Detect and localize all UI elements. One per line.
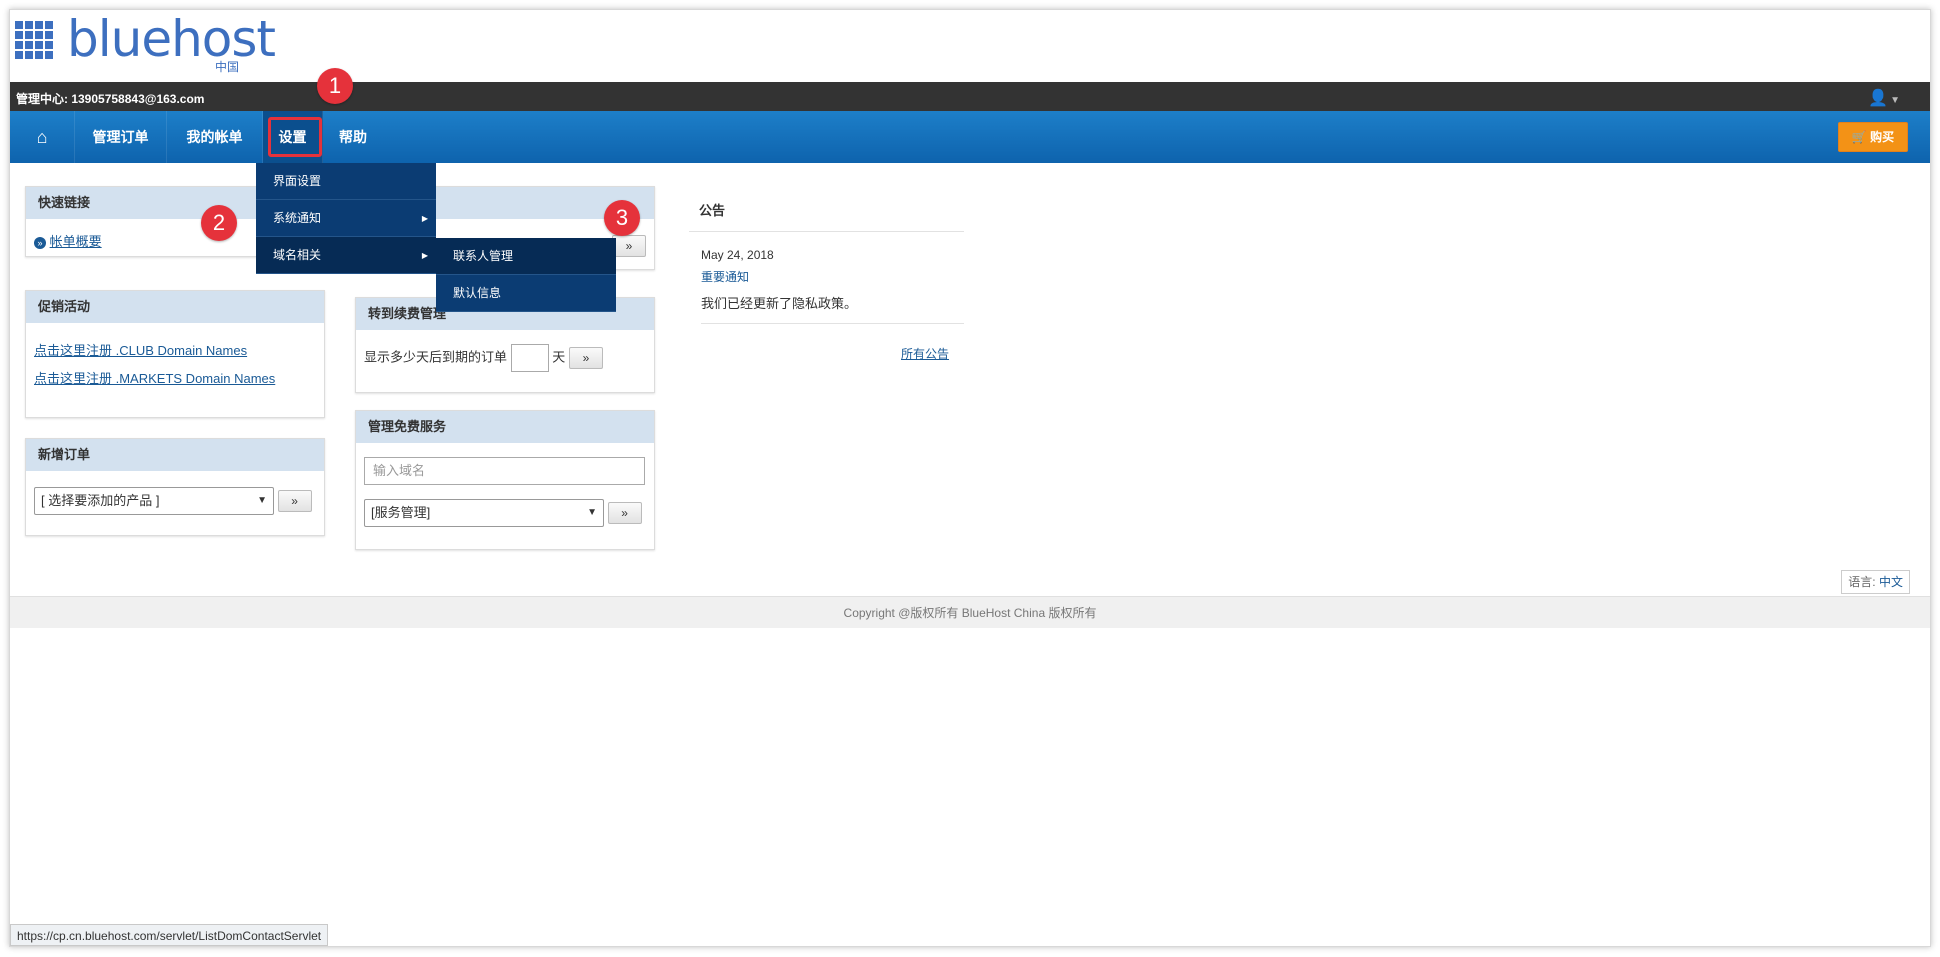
free-services-panel: 管理免费服务 输入域名 [服务管理] ▼ »	[355, 410, 655, 550]
product-select-value: [ 选择要添加的产品 ]	[41, 493, 160, 508]
arrow-circle-icon: »	[34, 236, 46, 249]
buy-button[interactable]: 🛒 购买	[1838, 122, 1908, 152]
logo-text: bluehost	[67, 10, 276, 68]
product-select[interactable]: [ 选择要添加的产品 ] ▼	[34, 487, 274, 515]
user-menu[interactable]: 👤 ▼	[1868, 88, 1900, 108]
caret-down-icon: ▼	[1890, 95, 1900, 106]
announcement-subject-link[interactable]: 重要通知	[689, 262, 964, 285]
cart-icon: 🛒	[1851, 130, 1867, 144]
promo-link-club[interactable]: 点击这里注册 .CLUB Domain Names	[34, 343, 247, 358]
service-select[interactable]: [服务管理] ▼	[364, 499, 604, 527]
announcements: 公告 May 24, 2018 重要通知 我们已经更新了隐私政策。 所有公告	[689, 190, 964, 361]
billing-summary-link[interactable]: 帐单概要	[50, 234, 102, 249]
menu-item-label: 系统通知	[273, 211, 322, 225]
nav-home[interactable]: ⌂	[10, 111, 75, 163]
status-bar-url: https://cp.cn.bluehost.com/servlet/ListD…	[10, 924, 329, 946]
admin-bar: 管理中心: 13905758843@163.com 👤 ▼	[10, 82, 1930, 111]
renewal-days-input[interactable]	[510, 344, 549, 372]
promotions-panel: 促销活动 点击这里注册 .CLUB Domain Names 点击这里注册 .M…	[25, 290, 325, 418]
menu-item-label: 域名相关	[273, 248, 322, 262]
new-order-panel: 新增订单 [ 选择要添加的产品 ] ▼ »	[25, 438, 325, 536]
menu-item-default-info[interactable]: 默认信息	[436, 275, 616, 312]
step-badge-1: 1	[317, 68, 353, 104]
language-value: 中文	[1878, 575, 1903, 589]
announcements-title: 公告	[689, 190, 964, 232]
domain-submenu: 联系人管理 默认信息	[436, 238, 616, 312]
announcement-date: May 24, 2018	[701, 248, 774, 262]
browser-viewport: bluehost 中国 管理中心: 13905758843@163.com 👤 ▼…	[9, 9, 1931, 947]
renewal-go-button[interactable]: »	[568, 347, 603, 369]
renewal-days-label: 显示多少天后到期的订单	[364, 349, 508, 365]
service-go-button[interactable]: »	[607, 502, 642, 524]
admin-account-label: 管理中心: 13905758843@163.com	[16, 92, 205, 106]
nav-help[interactable]: 帮助	[323, 111, 383, 163]
buy-label: 购买	[1870, 130, 1895, 144]
home-icon: ⌂	[36, 127, 48, 147]
logo-subtitle: 中国	[215, 60, 240, 74]
user-icon: 👤	[1868, 90, 1889, 107]
nav-manage-orders[interactable]: 管理订单	[75, 111, 167, 163]
submenu-arrow-icon: ▶	[421, 214, 428, 223]
menu-item-contact-management[interactable]: 联系人管理	[436, 238, 616, 275]
language-label: 语言:	[1848, 575, 1876, 589]
nav-settings[interactable]: 设置	[263, 111, 323, 163]
step-badge-3: 3	[604, 200, 640, 236]
nav-my-billing[interactable]: 我的帐单	[167, 111, 263, 163]
menu-item-interface-settings[interactable]: 界面设置	[256, 163, 436, 200]
settings-dropdown: 界面设置 系统通知 ▶ 域名相关 ▶	[256, 163, 436, 274]
domain-input[interactable]: 输入域名	[364, 457, 645, 485]
step-badge-2: 2	[201, 205, 237, 241]
renewal-unit: 天	[552, 349, 566, 365]
menu-item-system-notices[interactable]: 系统通知 ▶	[256, 200, 436, 237]
submenu-arrow-icon: ▶	[421, 251, 428, 260]
logo-grid-icon	[15, 21, 53, 59]
footer-copyright: Copyright @版权所有 BlueHost China 版权所有	[10, 596, 1930, 628]
promo-link-markets[interactable]: 点击这里注册 .MARKETS Domain Names	[34, 371, 275, 386]
menu-item-domain-related[interactable]: 域名相关 ▶	[256, 237, 436, 274]
chevron-down-icon: ▼	[587, 507, 597, 518]
divider	[701, 323, 964, 324]
panel-title: 新增订单	[26, 439, 324, 471]
language-selector[interactable]: 语言: 中文	[1841, 570, 1910, 594]
panel-title: 促销活动	[26, 291, 324, 323]
hidden-panel-go-button[interactable]: »	[612, 235, 646, 257]
all-announcements-link[interactable]: 所有公告	[901, 345, 949, 362]
add-product-go-button[interactable]: »	[277, 490, 312, 512]
announcement-text: 我们已经更新了隐私政策。	[701, 296, 858, 311]
service-select-value: [服务管理]	[371, 505, 431, 520]
main-nav: ⌂ 管理订单 我的帐单 设置 帮助 🛒 购买	[10, 111, 1930, 163]
panel-title: 管理免费服务	[356, 411, 654, 443]
chevron-down-icon: ▼	[257, 495, 267, 506]
